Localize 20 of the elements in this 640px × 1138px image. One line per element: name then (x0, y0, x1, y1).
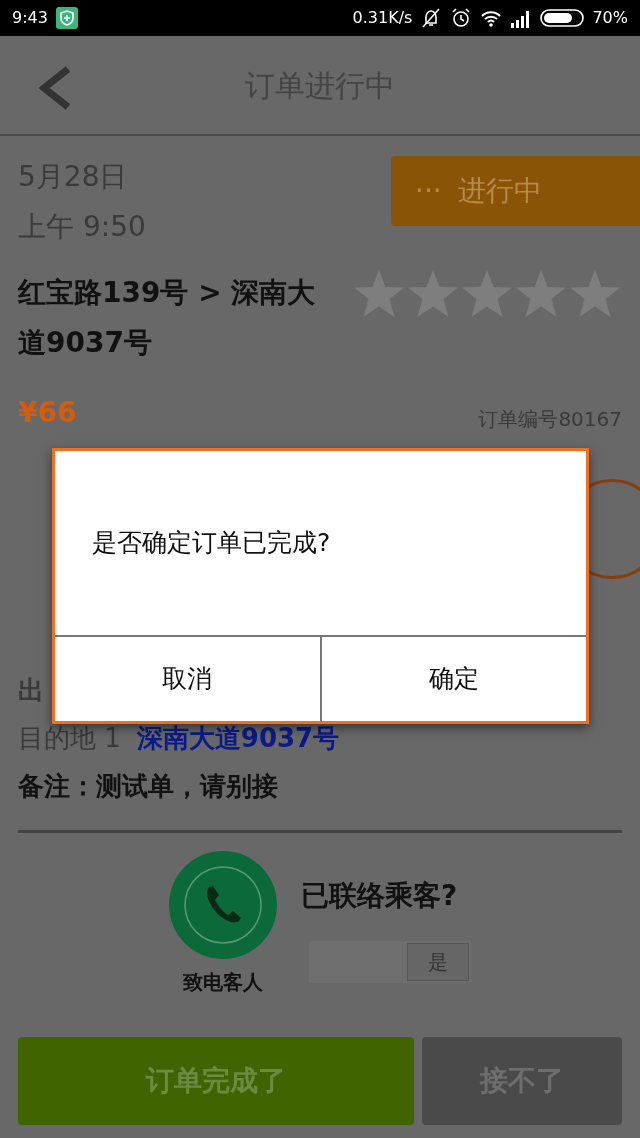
phone-icon (183, 865, 263, 945)
note-text: 备注：测试单，请别接 (18, 770, 278, 803)
wifi-icon (480, 8, 503, 28)
battery-percent: 70% (592, 7, 628, 29)
back-icon[interactable] (38, 66, 72, 110)
complete-button[interactable]: 订单完成了 (18, 1037, 414, 1125)
status-button[interactable]: ··· 进行中 (391, 156, 640, 226)
question-text: 已联络乘客? (301, 878, 459, 914)
cancel-button[interactable]: 取消 (55, 637, 320, 721)
confirm-button[interactable]: 确定 (319, 637, 586, 721)
call-label: 致电客人 (183, 969, 263, 996)
route-text: 红宝路139号 > 深南大道9037号 (18, 275, 317, 361)
muted-bell-icon (420, 7, 443, 29)
battery-icon (540, 8, 585, 28)
price-text: ¥66 (18, 395, 77, 431)
shield-icon (55, 7, 78, 29)
address-text: 深南大道9037号 (136, 722, 340, 755)
clock-time: 9:43 (12, 7, 48, 29)
dialog-message: 是否确定订单已完成? (91, 527, 332, 560)
network-speed: 0.31K/s (352, 7, 413, 29)
